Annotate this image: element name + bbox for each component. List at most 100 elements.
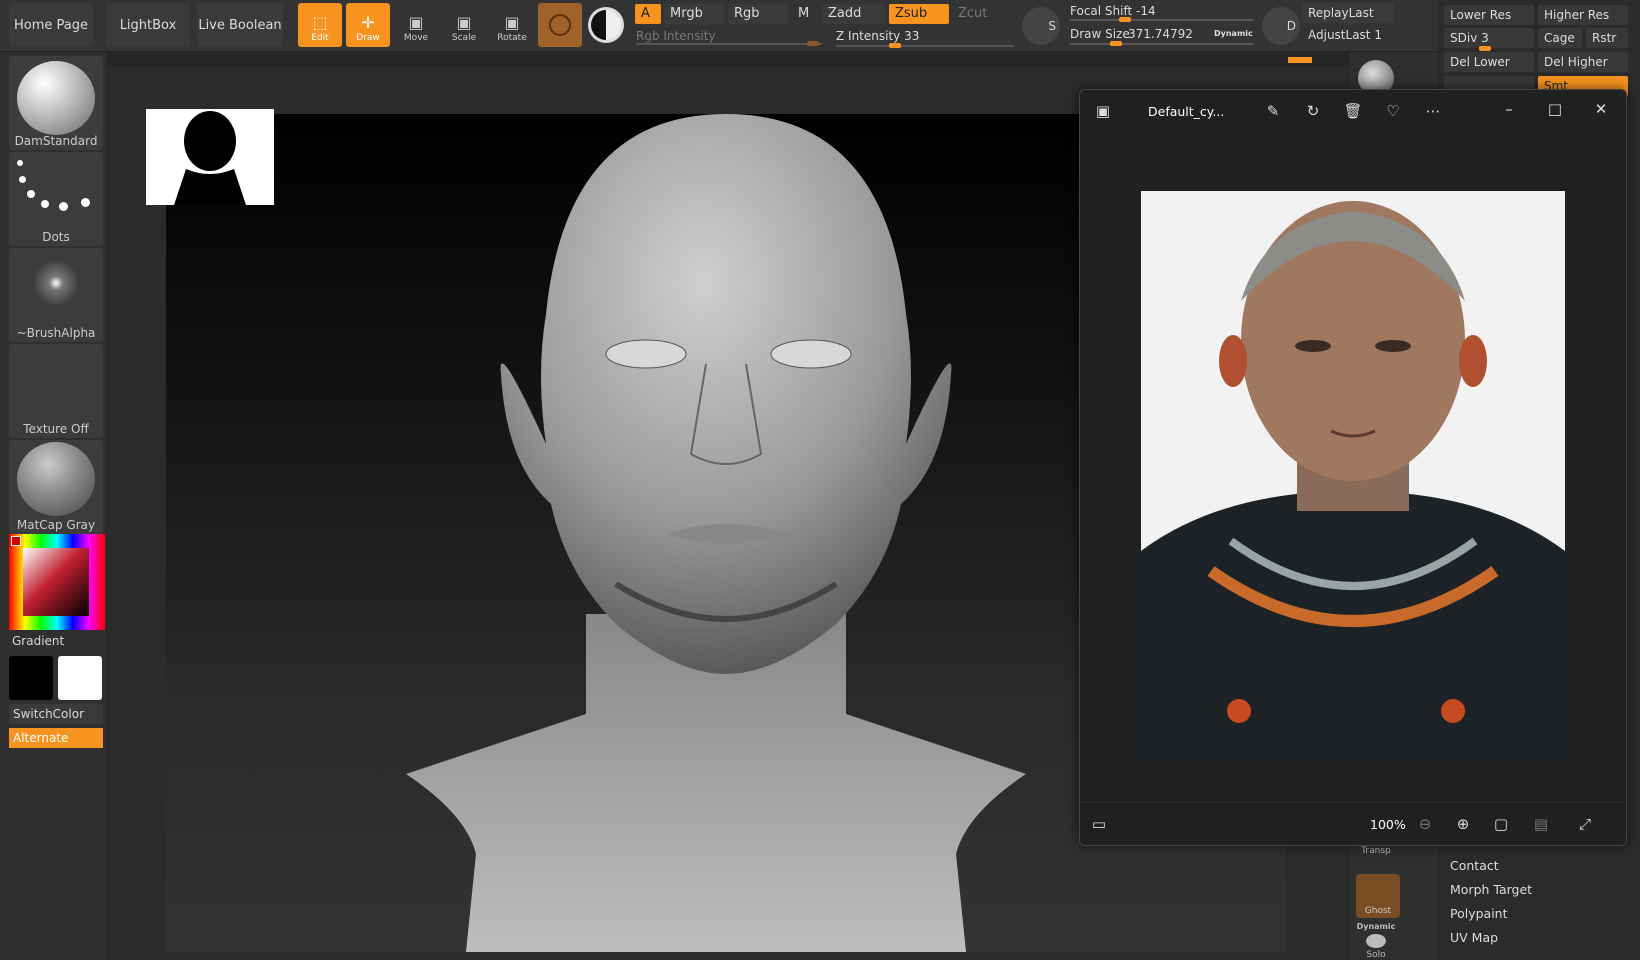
dot-icon <box>41 200 49 208</box>
left-panel: DamStandard Dots ~BrushAlpha Texture Off… <box>0 52 106 960</box>
solo-icon[interactable] <box>1366 934 1386 948</box>
move-button[interactable]: ▣ Move <box>394 3 438 47</box>
transp-button[interactable]: Transp <box>1354 846 1398 856</box>
rgb-intensity-track[interactable] <box>636 43 822 45</box>
color-square[interactable] <box>23 548 89 616</box>
zcut-button[interactable]: Zcut <box>952 4 1012 24</box>
draw-size-track[interactable] <box>1070 43 1254 45</box>
rotate-image-icon[interactable]: ↻ <box>1302 102 1324 120</box>
draw-size-value[interactable]: 371.74792 <box>1122 24 1202 44</box>
higher-res-button[interactable]: Higher Res <box>1538 5 1628 25</box>
brush-label: DamStandard <box>14 134 98 148</box>
rgb-intensity-knob[interactable] <box>806 41 819 46</box>
more-options-icon[interactable]: ⋯ <box>1422 102 1444 120</box>
color-picker[interactable] <box>9 534 105 630</box>
del-lower-button[interactable]: Del Lower <box>1444 52 1534 72</box>
del-higher-button[interactable]: Del Higher <box>1538 52 1628 72</box>
primary-color-swatch[interactable] <box>9 656 53 700</box>
photo-viewer-window: ▣ Default_cy... ✎ ↻ 🗑 ♡ ⋯ – □ ✕ ▭ 100% ⊖… <box>1079 89 1627 846</box>
m-button[interactable]: M <box>792 4 816 24</box>
a-toggle[interactable]: A <box>635 4 661 24</box>
top-toolbar: Home Page LightBox Live Boolean ⬚ Edit ✛… <box>0 0 1640 52</box>
fullscreen-icon[interactable]: ⤢ <box>1574 815 1596 833</box>
sphere-icon <box>549 14 571 36</box>
color-marker <box>11 536 21 546</box>
edit-icon: ⬚ <box>312 13 328 32</box>
rstr-button[interactable]: Rstr <box>1586 28 1628 48</box>
edit-image-icon[interactable]: ✎ <box>1262 102 1284 120</box>
zoom-level: 100% <box>1370 817 1406 832</box>
alternate-button[interactable]: Alternate <box>9 728 103 748</box>
contact-item[interactable]: Contact <box>1450 858 1499 873</box>
sdiv-slider[interactable]: SDiv 3 <box>1444 28 1534 48</box>
shelf-strip <box>0 52 1350 66</box>
viewer-title: Default_cy... <box>1148 104 1225 119</box>
focal-shift-slider[interactable]: Focal Shift -14 <box>1064 1 1254 21</box>
lower-res-button[interactable]: Lower Res <box>1444 5 1534 25</box>
dynamic-label: Dynamic <box>1356 922 1396 931</box>
zsub-button[interactable]: Zsub <box>889 4 949 24</box>
sdiv-knob[interactable] <box>1479 46 1492 51</box>
draw-size-knob[interactable] <box>1110 41 1122 46</box>
alpha-slot[interactable]: ~BrushAlpha <box>9 248 103 342</box>
close-icon[interactable]: ✕ <box>1590 100 1612 118</box>
minimize-icon[interactable]: – <box>1498 100 1520 118</box>
cage-button[interactable]: Cage <box>1538 28 1582 48</box>
adjust-last-slider[interactable]: AdjustLast 1 <box>1302 25 1394 45</box>
favorite-heart-icon[interactable]: ♡ <box>1382 102 1404 120</box>
left-eye <box>605 339 687 369</box>
shelf-marker[interactable] <box>1288 57 1312 63</box>
switch-color-button[interactable]: SwitchColor <box>9 704 103 724</box>
live-boolean-button[interactable]: Live Boolean <box>197 3 283 47</box>
stroke-slot[interactable]: Dots <box>9 152 103 246</box>
delete-icon[interactable]: 🗑 <box>1342 102 1364 120</box>
rgb-button[interactable]: Rgb <box>728 4 788 24</box>
dynamic-toggle[interactable]: Dynamic <box>1208 24 1264 44</box>
maximize-icon[interactable]: □ <box>1544 100 1566 118</box>
z-intensity-knob[interactable] <box>888 43 901 48</box>
viewer-bottombar: ▭ 100% ⊖ ⊕ ▢ ▤ ⤢ <box>1080 802 1626 845</box>
texture-slot[interactable]: Texture Off <box>9 344 103 438</box>
dot-icon <box>81 198 90 207</box>
zoom-out-icon[interactable]: ⊖ <box>1414 815 1436 833</box>
dot-icon <box>59 202 68 211</box>
lazy-mouse-s-icon[interactable]: S <box>1022 7 1060 45</box>
silhouette-thumbnail <box>146 109 274 205</box>
material-slot[interactable]: MatCap Gray <box>9 440 103 534</box>
matcap-sphere-icon <box>17 442 95 516</box>
zoom-in-icon[interactable]: ⊕ <box>1452 815 1474 833</box>
solo-label: Solo <box>1366 950 1386 960</box>
focal-shift-knob[interactable] <box>1119 17 1132 22</box>
dot-icon <box>17 160 23 166</box>
brush-slot[interactable]: DamStandard <box>9 56 103 150</box>
actual-size-icon[interactable]: ▤ <box>1530 815 1552 833</box>
gallery-icon[interactable]: ▣ <box>1092 102 1114 120</box>
secondary-color-swatch[interactable] <box>58 656 102 700</box>
zadd-button[interactable]: Zadd <box>822 4 886 24</box>
filmstrip-icon[interactable]: ▭ <box>1088 815 1110 833</box>
backface-d-icon[interactable]: D <box>1262 7 1300 45</box>
ghost-button[interactable]: Ghost <box>1356 874 1400 918</box>
z-intensity-slider[interactable]: Z Intensity 33 <box>830 26 1010 46</box>
polypaint-item[interactable]: Polypaint <box>1450 906 1508 921</box>
mrgb-button[interactable]: Mrgb <box>664 4 724 24</box>
uv-map-item[interactable]: UV Map <box>1450 930 1498 945</box>
right-eye <box>770 339 852 369</box>
morph-target-item[interactable]: Morph Target <box>1450 882 1532 897</box>
move-icon: ▣ <box>408 13 424 32</box>
draw-button[interactable]: ✛ Draw <box>346 3 390 47</box>
stroke-label: Dots <box>42 230 70 244</box>
fit-window-icon[interactable]: ▢ <box>1490 815 1512 833</box>
home-page-button[interactable]: Home Page <box>9 3 93 47</box>
lightbox-button[interactable]: LightBox <box>106 3 190 47</box>
rotate-button[interactable]: ▣ Rotate <box>490 3 534 47</box>
replay-last-button[interactable]: ReplayLast <box>1302 3 1394 23</box>
z-intensity-track[interactable] <box>836 45 1014 47</box>
sphere-material-button[interactable] <box>538 3 582 47</box>
focal-shift-track[interactable] <box>1070 19 1254 21</box>
edit-button[interactable]: ⬚ Edit <box>298 3 342 47</box>
yin-yang-icon[interactable] <box>588 7 624 43</box>
brush-sphere-icon <box>17 61 95 135</box>
gradient-label[interactable]: Gradient <box>12 634 64 648</box>
scale-button[interactable]: ▣ Scale <box>442 3 486 47</box>
